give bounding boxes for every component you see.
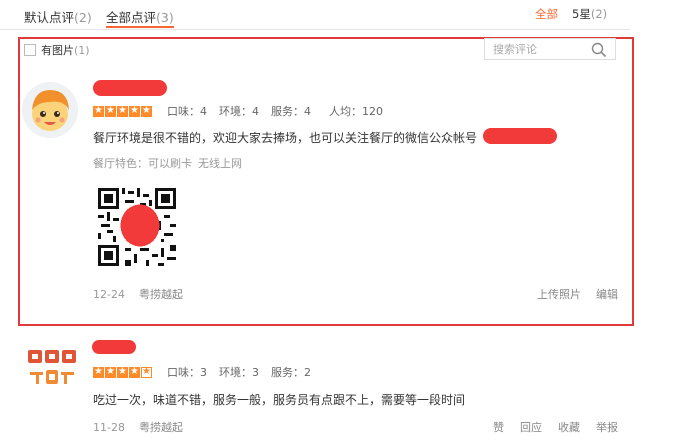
search-input[interactable] [493, 41, 589, 57]
review1-text: 餐厅环境是很不错的，欢迎大家去捧场，也可以关注餐厅的微信公众帐号 [93, 131, 478, 145]
photo-filter-count: (1) [74, 43, 90, 57]
star-icon [105, 104, 116, 118]
search-icon[interactable] [591, 42, 607, 58]
photo-filter-label: 有图片 [41, 44, 74, 57]
tag: 无线上网 [198, 157, 242, 170]
redacted-account [483, 128, 557, 144]
star-icon [117, 104, 128, 118]
edit-button[interactable]: 编辑 [596, 286, 618, 302]
review-date: 12-24 [93, 288, 125, 301]
tab-all-reviews[interactable]: 全部点评(3) [106, 7, 174, 28]
star-empty-icon [141, 365, 152, 379]
review2-rating-row: 口味：3 环境：3 服务：2 [93, 364, 323, 380]
review1-tags: 餐厅特色：可以刷卡 无线上网 [93, 155, 242, 171]
filter-label: 5星 [572, 7, 591, 21]
tab-label: 全部点评 [106, 10, 157, 25]
score-avg-price: 人均：120 [329, 105, 383, 118]
filter-all[interactable]: 全部 [535, 6, 558, 22]
tab-count: (3) [156, 10, 174, 25]
star-icon [93, 365, 104, 379]
review-search [484, 38, 616, 60]
star-icon [93, 104, 104, 118]
tab-default-reviews[interactable]: 默认点评(2) [24, 7, 92, 26]
shop-name[interactable]: 粤捞越起 [139, 288, 183, 301]
review-tabs: 默认点评(2) 全部点评(3) 全部 5星(2) [0, 0, 630, 30]
qr-code-image[interactable] [98, 188, 176, 266]
star-icon [129, 365, 140, 379]
redacted-username [92, 340, 136, 354]
review-date: 11-28 [93, 421, 125, 434]
score-environment: 环境：3 [219, 366, 259, 379]
tab-count: (2) [74, 10, 92, 25]
star-rating [93, 365, 153, 379]
tab-label: 默认点评 [24, 10, 75, 25]
user-avatar-icon [22, 82, 78, 138]
review1-rating-row: 口味：4 环境：4 服务：4 人均：120 [93, 103, 395, 119]
avatar[interactable] [22, 82, 78, 138]
reply-button[interactable]: 回应 [520, 419, 542, 435]
report-button[interactable]: 举报 [596, 419, 618, 435]
star-icon [129, 104, 140, 118]
review1-meta: 12-24 粤捞越起 [93, 286, 183, 302]
redacted-username [93, 80, 167, 96]
review2-text: 吃过一次，味道不错，服务一般，服务员有点跟不上，需要等一段时间 [93, 393, 466, 407]
restaurant-logo[interactable] [26, 346, 78, 390]
star-icon [105, 365, 116, 379]
filter-five-star[interactable]: 5星(2) [572, 6, 607, 22]
tag: 可以刷卡 [148, 157, 192, 170]
shop-name[interactable]: 粤捞越起 [139, 421, 183, 434]
photo-filter[interactable]: 有图片 (1) [24, 42, 90, 58]
like-button[interactable]: 赞 [493, 419, 504, 435]
star-icon [117, 365, 128, 379]
photo-filter-checkbox[interactable] [24, 44, 36, 56]
score-service: 服务：2 [271, 366, 311, 379]
tags-label: 餐厅特色： [93, 157, 148, 170]
favorite-button[interactable]: 收藏 [558, 419, 580, 435]
score-taste: 口味：3 [167, 366, 207, 379]
filter-count: (2) [590, 7, 608, 21]
upload-photo-button[interactable]: 上传照片 [537, 286, 581, 302]
score-taste: 口味：4 [167, 105, 207, 118]
star-rating [93, 104, 153, 118]
score-environment: 环境：4 [219, 105, 259, 118]
score-service: 服务：4 [271, 105, 311, 118]
review2-meta: 11-28 粤捞越起 [93, 419, 183, 435]
star-icon [141, 104, 152, 118]
